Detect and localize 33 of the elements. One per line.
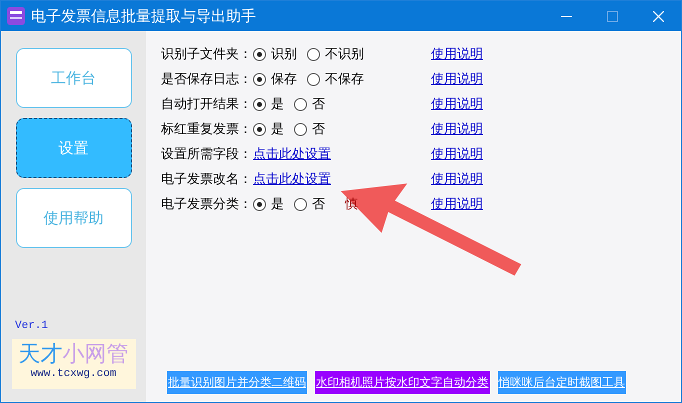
- settings-link[interactable]: 点击此处设置: [253, 170, 331, 190]
- settings-link[interactable]: 点击此处设置: [253, 144, 331, 164]
- setting-label: 设置所需字段：: [161, 146, 253, 164]
- window-title: 电子发票信息批量提取与导出助手: [31, 6, 256, 27]
- version-label: Ver.1: [15, 319, 48, 334]
- help-link[interactable]: 使用说明: [431, 120, 483, 140]
- maximize-icon: [606, 10, 618, 22]
- help-link[interactable]: 使用说明: [431, 44, 483, 64]
- help-link[interactable]: 使用说明: [431, 70, 483, 90]
- setting-label: 识别子文件夹：: [161, 46, 253, 64]
- setting-label: 电子发票分类：: [161, 196, 253, 214]
- radio-option[interactable]: 是: [253, 120, 284, 140]
- close-icon: [652, 10, 664, 22]
- radio-option[interactable]: 不保存: [307, 70, 364, 90]
- radio-option[interactable]: 识别: [253, 44, 297, 64]
- app-icon: [7, 7, 25, 25]
- setting-label: 是否保存日志：: [161, 70, 253, 89]
- radio-option[interactable]: 是: [253, 94, 284, 114]
- help-link[interactable]: 使用说明: [431, 94, 483, 114]
- radio-option[interactable]: 保存: [253, 70, 297, 90]
- help-link[interactable]: 使用说明: [431, 170, 483, 190]
- radio-option[interactable]: 否: [294, 120, 325, 140]
- help-link[interactable]: 使用说明: [431, 144, 483, 164]
- help-link[interactable]: 使用说明: [431, 194, 483, 214]
- radio-option[interactable]: 不识别: [307, 44, 364, 64]
- setting-label: 自动打开结果：: [161, 96, 253, 114]
- tool-link[interactable]: 水印相机照片按水印文字自动分类: [315, 370, 490, 394]
- setting-label: 标红重复发票：: [161, 120, 253, 139]
- setting-label: 电子发票改名：: [161, 170, 253, 189]
- radio-option[interactable]: 是: [253, 194, 284, 214]
- radio-option[interactable]: 否: [294, 194, 325, 214]
- radio-option[interactable]: 否: [294, 94, 325, 114]
- logo: 天才小网管 www.tcxwg.com: [12, 338, 136, 388]
